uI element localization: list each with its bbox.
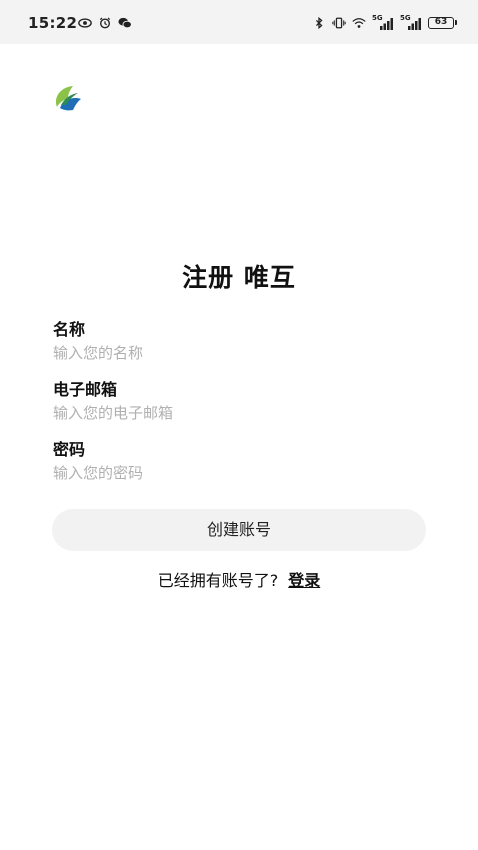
vibrate-icon xyxy=(332,17,346,29)
password-label: 密码 xyxy=(53,440,86,459)
create-account-button[interactable]: 创建账号 xyxy=(52,509,426,551)
login-row: 已经拥有账号了? 登录 xyxy=(0,567,478,591)
wifi-icon xyxy=(352,18,366,28)
email-input[interactable] xyxy=(53,401,425,425)
status-left-icons xyxy=(78,17,132,29)
eye-icon xyxy=(78,18,92,28)
status-time: 15:22 xyxy=(28,14,78,32)
wechat-icon xyxy=(118,17,132,29)
alarm-icon xyxy=(99,17,111,29)
bluetooth-icon xyxy=(315,17,323,29)
app-logo-icon xyxy=(55,86,81,111)
login-link[interactable]: 登录 xyxy=(288,571,320,590)
name-input[interactable] xyxy=(53,341,425,365)
name-label: 名称 xyxy=(53,320,86,339)
signal-5g-icon: 5G xyxy=(372,14,394,30)
email-label: 电子邮箱 xyxy=(53,380,118,399)
password-input[interactable] xyxy=(53,461,425,485)
status-right-icons: 5G 5G 63 xyxy=(312,14,457,30)
login-prompt: 已经拥有账号了? xyxy=(157,571,279,590)
page-title: 注册 唯互 xyxy=(182,263,296,292)
signal-5g-icon: 5G xyxy=(400,14,422,30)
battery-icon: 63 xyxy=(428,17,457,29)
status-bar: 15:22 5G 5G 63 xyxy=(0,0,478,44)
